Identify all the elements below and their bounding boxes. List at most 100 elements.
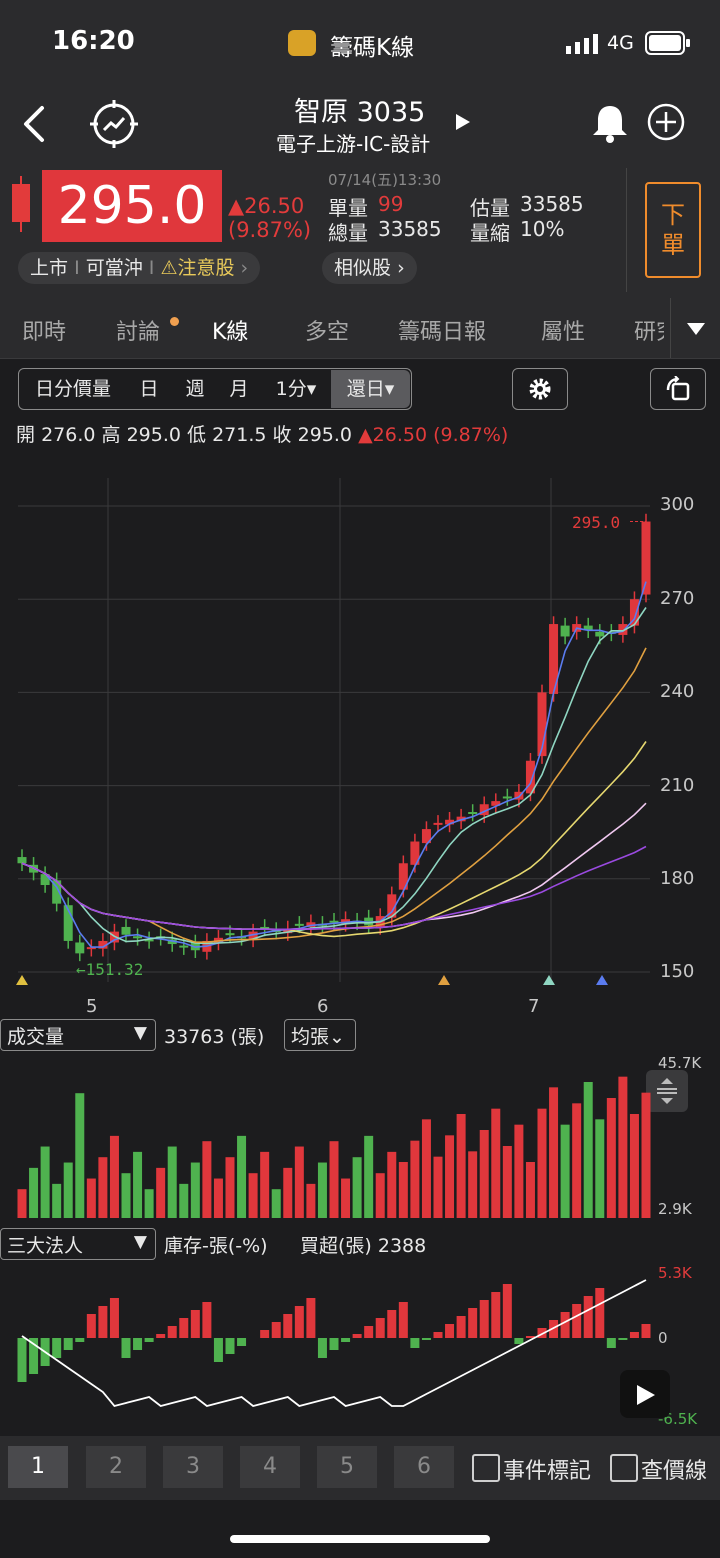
volume-bar — [502, 1146, 512, 1218]
play-triangle-icon[interactable] — [454, 112, 472, 132]
tab-research[interactable]: 研究 — [634, 314, 664, 346]
divider — [626, 168, 627, 292]
quote-datetime: 07/14(五)13:30 — [328, 171, 442, 189]
stock-tags[interactable]: 上市 I 可當沖 I ⚠注意股 › — [18, 252, 261, 284]
candle-indicator-icon — [12, 176, 30, 232]
event-marker-icon[interactable] — [16, 975, 28, 985]
candlestick-chart[interactable] — [0, 470, 720, 1020]
tag-attention: ⚠注意股 — [160, 257, 235, 279]
close-label: 收 — [272, 424, 292, 446]
ma-line-season — [21, 802, 647, 931]
net-buy-label: 買超(張) 2388 — [300, 1235, 427, 1257]
period-minute[interactable]: 1分▾ — [268, 370, 324, 408]
tab-dropdown-icon[interactable] — [686, 322, 706, 336]
institutional-bar — [225, 1338, 235, 1354]
event-marker-icon[interactable] — [596, 975, 608, 985]
volume-indicator-select[interactable]: 成交量 ▼ — [0, 1019, 156, 1051]
tab-long-short[interactable]: 多空 — [305, 314, 349, 346]
volume-bar — [260, 1151, 270, 1218]
volume-bar — [133, 1151, 143, 1218]
period-intraday[interactable]: 日分價量 — [28, 370, 118, 408]
price-change-pct: (9.87%) — [228, 218, 312, 242]
institutional-bar — [98, 1306, 108, 1338]
price-change: ▲26.50 — [228, 194, 305, 218]
volume-bar — [98, 1157, 108, 1218]
volume-bar — [121, 1173, 131, 1218]
volume-bar — [537, 1108, 547, 1218]
price-line-checkbox[interactable] — [610, 1454, 638, 1482]
chart-slot-6[interactable]: 6 — [394, 1446, 454, 1488]
chart-slot-2[interactable]: 2 — [86, 1446, 146, 1488]
volume-value: 33763 (張) — [164, 1026, 265, 1048]
tab-discussion[interactable]: 討論 — [116, 314, 160, 346]
back-icon[interactable] — [20, 104, 48, 144]
institutional-bar — [179, 1318, 189, 1338]
institutional-bar — [479, 1300, 489, 1338]
institutional-indicator-select[interactable]: 三大法人 ▼ — [0, 1228, 156, 1260]
institutional-bar — [109, 1298, 119, 1338]
event-marker-checkbox[interactable] — [472, 1454, 500, 1482]
tab-attribute[interactable]: 屬性 — [541, 314, 585, 346]
candle-body — [75, 942, 85, 954]
volume-bar — [237, 1135, 247, 1218]
signal-icon — [566, 34, 598, 54]
volume-bar — [248, 1173, 258, 1218]
volume-bar — [549, 1087, 559, 1218]
chart-settings-button[interactable] — [512, 368, 568, 410]
institutional-bar — [17, 1338, 27, 1382]
volume-bar — [202, 1141, 212, 1218]
event-marker-icon[interactable] — [438, 975, 450, 985]
period-week[interactable]: 週 — [180, 370, 210, 408]
avg-lot-label: 均張⌄ — [291, 1026, 345, 1048]
similar-stocks-button[interactable]: 相似股 › — [322, 252, 417, 284]
chart-slot-1[interactable]: 1 — [8, 1446, 68, 1488]
institutional-bar — [456, 1316, 466, 1338]
last-price-value: 295.0 — [57, 176, 207, 236]
month-label-7: 7 — [528, 996, 540, 1017]
chart-slot-5[interactable]: 5 — [317, 1446, 377, 1488]
tab-kline[interactable]: K線 — [212, 314, 248, 346]
app-logo-icon — [288, 30, 316, 56]
order-button[interactable]: 下單 — [645, 182, 701, 278]
institutional-bar — [167, 1326, 177, 1338]
tab-bar: 即時 討論 K線 多空 籌碼日報 屬性 研究 — [0, 298, 720, 359]
volume-bar — [387, 1151, 397, 1218]
adjust-day-button[interactable]: 還日▾ — [331, 370, 410, 408]
price-axis-150: 150 — [660, 961, 695, 982]
period-month[interactable]: 月 — [224, 370, 254, 408]
volume-bar — [398, 1162, 408, 1218]
playback-button[interactable] — [620, 1370, 670, 1418]
chart-slot-3[interactable]: 3 — [163, 1446, 223, 1488]
tab-chip-daily[interactable]: 籌碼日報 — [398, 314, 486, 346]
candle-body — [502, 796, 512, 799]
institutional-bar — [306, 1298, 316, 1338]
volume-bar — [421, 1119, 431, 1218]
chart-slot-4[interactable]: 4 — [240, 1446, 300, 1488]
tab-realtime[interactable]: 即時 — [22, 314, 66, 346]
volume-bar — [29, 1167, 39, 1218]
home-indicator — [230, 1535, 490, 1543]
institutional-bar — [375, 1318, 385, 1338]
avg-lot-button[interactable]: 均張⌄ — [284, 1019, 356, 1051]
volume-bar — [468, 1151, 478, 1218]
rotate-screen-button[interactable] — [650, 368, 706, 410]
low-label: 低 — [187, 424, 207, 446]
add-icon[interactable] — [646, 102, 686, 142]
institutional-bar — [63, 1338, 73, 1350]
target-trend-icon[interactable] — [88, 98, 140, 150]
open-value: 276.0 — [41, 424, 96, 446]
institutional-bar — [86, 1314, 96, 1338]
event-marker-icon[interactable] — [543, 975, 555, 985]
volume-bar — [629, 1114, 639, 1218]
bell-icon[interactable] — [590, 102, 630, 144]
volume-bar — [341, 1178, 351, 1218]
price-axis-270: 270 — [660, 588, 695, 609]
institutional-bar — [294, 1306, 304, 1338]
institutional-bar — [75, 1338, 85, 1342]
period-day[interactable]: 日 — [134, 370, 164, 408]
volume-bar — [456, 1114, 466, 1218]
app-name: 籌碼K線 — [330, 35, 415, 61]
price-axis-300: 300 — [660, 494, 695, 515]
chevron-right-icon: › — [240, 257, 249, 279]
close-value: 295.0 — [297, 424, 353, 446]
